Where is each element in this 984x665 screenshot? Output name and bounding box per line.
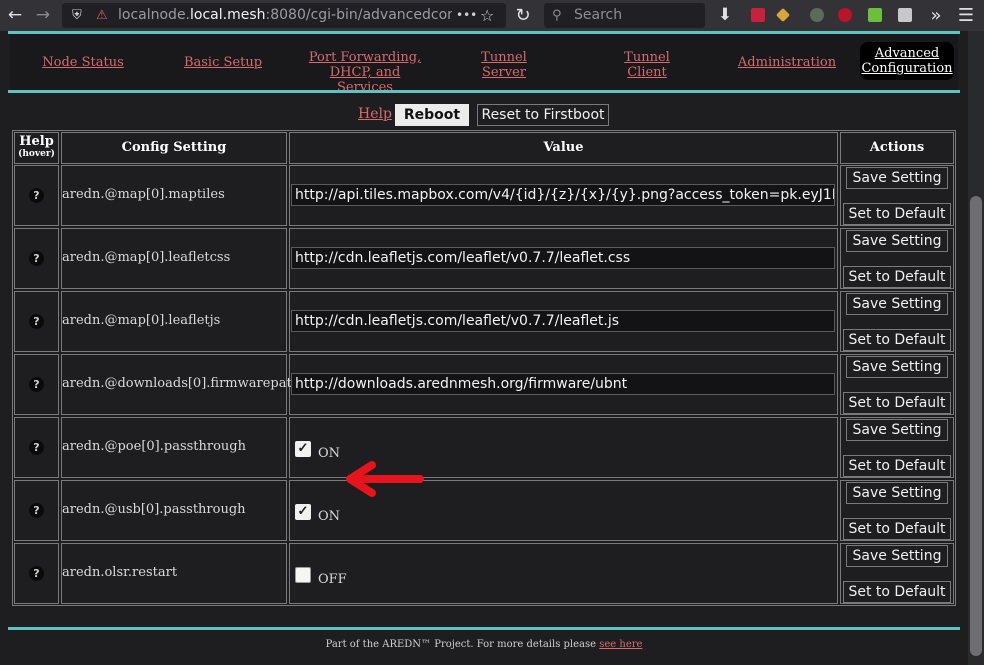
save-setting-button[interactable]: Save Setting — [846, 356, 948, 378]
nav-advanced-configuration[interactable]: Advanced Configuration — [860, 42, 954, 80]
reboot-button[interactable]: Reboot — [395, 104, 469, 126]
setting-name: aredn.@map[0].leafletcss — [62, 250, 231, 265]
bookmark-star-icon[interactable]: ☆ — [480, 3, 494, 28]
downloads-icon[interactable]: ⬇ — [713, 0, 737, 31]
search-icon: ⚲ — [552, 8, 562, 23]
help-question-icon[interactable]: ? — [29, 251, 44, 266]
nav-port-forwarding[interactable]: Port Forwarding, DHCP, and Services — [300, 50, 430, 95]
checkbox-state-label: ON — [318, 446, 341, 461]
reset-firstboot-button[interactable]: Reset to Firstboot — [477, 104, 609, 126]
reload-icon[interactable]: ↻ — [511, 0, 535, 31]
set-to-default-button[interactable]: Set to Default — [843, 329, 951, 351]
search-input[interactable]: Search — [574, 3, 622, 28]
help-question-icon[interactable]: ? — [29, 314, 44, 329]
setting-name: aredn.@map[0].leafletjs — [62, 313, 221, 328]
value-cell — [289, 543, 838, 604]
overflow-chevrons-icon[interactable]: » — [924, 0, 948, 31]
header-value: Value — [289, 132, 838, 164]
extension-green-icon[interactable] — [868, 8, 882, 22]
extension-pencil-icon[interactable] — [775, 7, 791, 23]
save-setting-button[interactable]: Save Setting — [846, 293, 948, 315]
help-question-icon[interactable]: ? — [29, 503, 44, 518]
nav-bar: Node Status Basic Setup Port Forwarding,… — [10, 34, 958, 95]
set-to-default-button[interactable]: Set to Default — [843, 392, 951, 414]
address-bar[interactable]: ⛨ ⚠ localnode.local.mesh:8080/cgi-bin/ad… — [62, 3, 506, 28]
help-link[interactable]: Help — [358, 106, 392, 122]
header-help-label: Help — [19, 134, 54, 149]
url-text[interactable]: localnode.local.mesh:8080/cgi-bin/advanc… — [118, 3, 452, 28]
shield-icon[interactable]: ⛨ — [72, 3, 82, 28]
checkbox-state-label: ON — [318, 509, 341, 524]
save-setting-button[interactable]: Save Setting — [846, 419, 948, 441]
extension-s-icon[interactable] — [898, 8, 912, 22]
extension-mask-icon[interactable] — [810, 8, 824, 22]
footer-link[interactable]: see here — [599, 639, 642, 650]
page-content: Node Status Basic Setup Port Forwarding,… — [0, 31, 968, 665]
help-question-icon[interactable]: ? — [29, 440, 44, 455]
setting-name: aredn.@usb[0].passthrough — [62, 502, 246, 517]
help-question-icon[interactable]: ? — [29, 188, 44, 203]
setting-name: aredn.@downloads[0].firmwarepath — [62, 376, 301, 391]
browser-toolbar: ← → ⛨ ⚠ localnode.local.mesh:8080/cgi-bi… — [0, 0, 984, 31]
footer-divider — [8, 627, 960, 630]
footer: Part of the AREDN™ Project. For more det… — [325, 639, 643, 650]
set-to-default-button[interactable]: Set to Default — [843, 518, 951, 540]
save-setting-button[interactable]: Save Setting — [846, 167, 948, 189]
setting-name: aredn.@map[0].maptiles — [62, 187, 225, 202]
nav-administration[interactable]: Administration — [736, 55, 838, 70]
header-help-sublabel: (hover) — [18, 149, 55, 159]
page-actions-icon[interactable]: ••• — [456, 3, 477, 28]
extension-ublock-icon[interactable] — [838, 8, 852, 22]
header-help: Help (hover) — [14, 132, 59, 164]
extension-grid-icon[interactable] — [751, 8, 765, 22]
setting-name: aredn.olsr.restart — [62, 565, 178, 580]
setting-value-input[interactable]: http://cdn.leafletjs.com/leaflet/v0.7.7/… — [291, 310, 835, 332]
help-question-icon[interactable]: ? — [29, 566, 44, 581]
back-icon[interactable]: ← — [3, 0, 27, 31]
setting-checkbox[interactable] — [295, 567, 311, 583]
nav-divider — [8, 90, 960, 93]
setting-value-input[interactable]: http://cdn.leafletjs.com/leaflet/v0.7.7/… — [291, 247, 835, 269]
search-bar[interactable]: ⚲ Search — [544, 3, 705, 28]
nav-tunnel-server[interactable]: Tunnel Server — [474, 50, 534, 80]
setting-value-input[interactable]: http://downloads.arednmesh.org/firmware/… — [291, 373, 835, 395]
save-setting-button[interactable]: Save Setting — [846, 545, 948, 567]
header-config-setting: Config Setting — [61, 132, 287, 164]
hamburger-menu-icon[interactable]: ☰ — [954, 0, 978, 31]
setting-name: aredn.@poe[0].passthrough — [62, 439, 246, 454]
set-to-default-button[interactable]: Set to Default — [843, 581, 951, 603]
nav-tunnel-client[interactable]: Tunnel Client — [617, 50, 677, 80]
checkbox-state-label: OFF — [318, 572, 347, 587]
set-to-default-button[interactable]: Set to Default — [843, 203, 951, 225]
save-setting-button[interactable]: Save Setting — [846, 230, 948, 252]
scrollbar-thumb[interactable] — [970, 196, 982, 656]
header-actions: Actions — [840, 132, 954, 164]
scrollbar[interactable] — [968, 31, 984, 665]
setting-checkbox[interactable]: ✓ — [295, 504, 311, 520]
annotation-arrow — [346, 461, 424, 497]
forward-icon[interactable]: → — [31, 0, 55, 31]
insecure-lock-icon[interactable]: ⚠ — [96, 3, 108, 28]
help-question-icon[interactable]: ? — [29, 377, 44, 392]
set-to-default-button[interactable]: Set to Default — [843, 455, 951, 477]
setting-value-input[interactable]: http://api.tiles.mapbox.com/v4/{id}/{z}/… — [291, 184, 835, 206]
nav-basic-setup[interactable]: Basic Setup — [182, 55, 264, 70]
set-to-default-button[interactable]: Set to Default — [843, 266, 951, 288]
nav-node-status[interactable]: Node Status — [40, 55, 126, 70]
save-setting-button[interactable]: Save Setting — [846, 482, 948, 504]
setting-checkbox[interactable]: ✓ — [295, 441, 311, 457]
